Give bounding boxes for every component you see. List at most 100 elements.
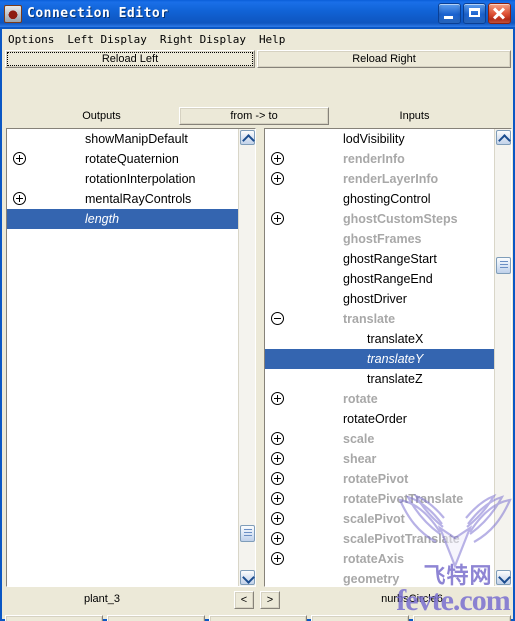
expand-icon[interactable]	[271, 212, 284, 225]
output-attr-row[interactable]: length	[7, 209, 238, 229]
outputs-list[interactable]: showManipDefault rotateQuaternion rotation…	[7, 129, 238, 586]
input-attr-label: ghostDriver	[343, 292, 407, 306]
input-attr-label: shear	[343, 452, 377, 466]
inputs-panel: lodVisibility renderInfo renderLayerInfo gh…	[264, 128, 512, 587]
expand-icon[interactable]	[271, 472, 284, 485]
input-attr-row[interactable]: translateX	[265, 329, 494, 349]
reload-right-button[interactable]: Reload Right	[257, 50, 511, 68]
input-attr-row[interactable]: translateZ	[265, 369, 494, 389]
input-attr-row[interactable]: renderInfo	[265, 149, 494, 169]
expand-icon[interactable]	[271, 552, 284, 565]
output-attr-label: length	[85, 212, 120, 226]
input-attr-row[interactable]: ghostRangeEnd	[265, 269, 494, 289]
window-controls	[438, 3, 511, 24]
expand-icon[interactable]	[271, 492, 284, 505]
input-attr-row[interactable]: rotate	[265, 389, 494, 409]
connection-editor-window: Connection Editor Options Left Display R…	[0, 0, 515, 621]
prev-button[interactable]: <	[234, 591, 254, 609]
input-attr-label: renderLayerInfo	[343, 172, 439, 186]
input-attr-row[interactable]: rotatePivot	[265, 469, 494, 489]
output-attr-row[interactable]: mentalRayControls	[7, 189, 238, 209]
input-attr-label: translateZ	[367, 372, 423, 386]
close-button[interactable]: Close	[413, 615, 511, 621]
expand-icon[interactable]	[271, 432, 284, 445]
output-attr-row[interactable]: rotateQuaternion	[7, 149, 238, 169]
input-attr-row[interactable]: ghostRangeStart	[265, 249, 494, 269]
inputs-scroll-thumb[interactable]	[496, 257, 511, 274]
input-attr-label: rotatePivot	[343, 472, 409, 486]
expand-icon[interactable]	[13, 152, 26, 165]
node-name-row: plant_3 < > nurbsCircle6	[2, 589, 513, 611]
outputs-panel: showManipDefault rotateQuaternion rotation…	[6, 128, 256, 587]
input-attr-label: rotateOrder	[343, 412, 407, 426]
minimize-button[interactable]	[438, 3, 461, 24]
input-attr-row[interactable]: geometry	[265, 569, 494, 586]
right-node-name: nurbsCircle6	[381, 593, 443, 605]
input-attr-label: scalePivotTranslate	[343, 532, 460, 546]
menu-options[interactable]: Options	[2, 31, 61, 48]
input-attr-row[interactable]: lodVisibility	[265, 129, 494, 149]
expand-icon[interactable]	[271, 452, 284, 465]
output-attr-label: mentalRayControls	[85, 192, 192, 206]
input-attr-row[interactable]: ghostingControl	[265, 189, 494, 209]
input-attr-label: rotatePivotTranslate	[343, 492, 464, 506]
outputs-scrollbar[interactable]	[238, 129, 255, 586]
scroll-down-icon[interactable]	[240, 570, 255, 585]
scroll-down-icon[interactable]	[496, 570, 511, 585]
next-button[interactable]: >	[260, 591, 280, 609]
input-attr-label: translate	[343, 312, 396, 326]
input-attr-label: scalePivot	[343, 512, 405, 526]
expand-icon[interactable]	[13, 192, 26, 205]
scroll-up-icon[interactable]	[496, 130, 511, 147]
input-attr-row[interactable]: translate	[265, 309, 494, 329]
outputs-scroll-thumb[interactable]	[240, 525, 255, 542]
input-attr-row[interactable]: rotatePivotTranslate	[265, 489, 494, 509]
inputs-scrollbar[interactable]	[494, 129, 511, 586]
input-attr-label: ghostRangeEnd	[343, 272, 433, 286]
input-attr-row[interactable]: rotateAxis	[265, 549, 494, 569]
column-header-row: Outputs from -> to Inputs	[2, 107, 513, 128]
outputs-label: Outputs	[82, 110, 121, 122]
collapse-icon[interactable]	[271, 312, 284, 325]
inputs-list[interactable]: lodVisibility renderInfo renderLayerInfo gh…	[265, 129, 494, 586]
menu-left-display[interactable]: Left Display	[61, 31, 153, 48]
expand-icon[interactable]	[271, 152, 284, 165]
expand-icon[interactable]	[271, 172, 284, 185]
expand-icon[interactable]	[271, 512, 284, 525]
expand-icon[interactable]	[271, 392, 284, 405]
input-attr-row[interactable]: shear	[265, 449, 494, 469]
output-attr-label: rotationInterpolation	[85, 172, 196, 186]
maximize-button[interactable]	[463, 3, 486, 24]
reload-left-button[interactable]: Reload Left	[5, 50, 255, 68]
remove-button[interactable]: Remove	[107, 615, 205, 621]
input-attr-label: lodVisibility	[343, 132, 405, 146]
menu-help[interactable]: Help	[253, 31, 293, 48]
input-attr-label: translateY	[367, 352, 424, 366]
output-attr-label: showManipDefault	[85, 132, 188, 146]
output-attr-row[interactable]: showManipDefault	[7, 129, 238, 149]
input-attr-label: geometry	[343, 572, 400, 586]
input-attr-row[interactable]: rotateOrder	[265, 409, 494, 429]
input-attr-label: translateX	[367, 332, 424, 346]
output-attr-row[interactable]: rotationInterpolation	[7, 169, 238, 189]
input-attr-row[interactable]: ghostCustomSteps	[265, 209, 494, 229]
left-node-name: plant_3	[83, 593, 121, 605]
input-attr-label: rotate	[343, 392, 378, 406]
input-attr-row[interactable]: ghostDriver	[265, 289, 494, 309]
input-attr-row[interactable]: scale	[265, 429, 494, 449]
input-attr-row[interactable]: scalePivot	[265, 509, 494, 529]
input-attr-row[interactable]: renderLayerInfo	[265, 169, 494, 189]
menu-right-display[interactable]: Right Display	[154, 31, 253, 48]
reload-button-row: Reload Left Reload Right	[5, 50, 511, 68]
expand-icon[interactable]	[271, 532, 284, 545]
input-attr-row[interactable]: translateY	[265, 349, 494, 369]
title-bar: Connection Editor	[0, 0, 515, 27]
scroll-up-icon[interactable]	[240, 130, 255, 147]
inputs-label: Inputs	[399, 110, 430, 122]
close-window-button[interactable]	[488, 3, 511, 24]
input-attr-row[interactable]: ghostFrames	[265, 229, 494, 249]
input-attr-row[interactable]: scalePivotTranslate	[265, 529, 494, 549]
from-to-button[interactable]: from -> to	[179, 107, 329, 125]
clear-all-button[interactable]: Clear All	[5, 615, 103, 621]
input-attr-label: renderInfo	[343, 152, 405, 166]
